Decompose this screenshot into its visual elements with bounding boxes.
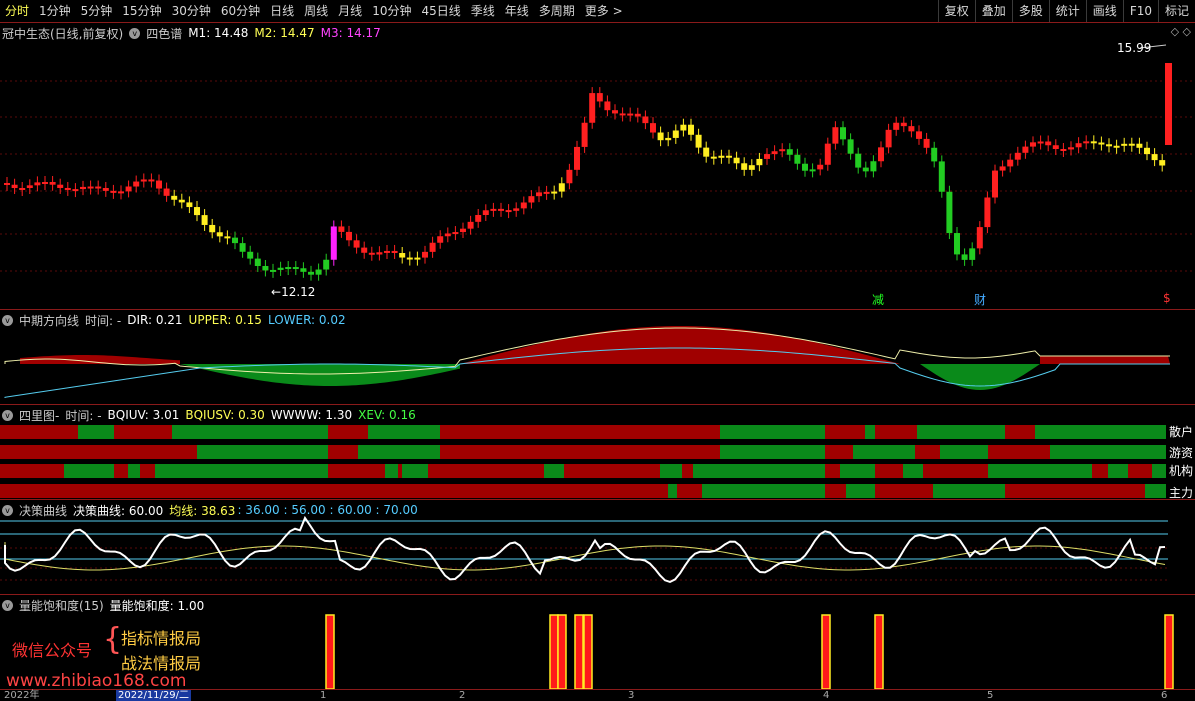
energy-title: 量能饱和度(15) bbox=[19, 598, 104, 613]
period-tab-13[interactable]: 多周期 bbox=[534, 0, 580, 22]
lower-value: LOWER: 0.02 bbox=[267, 313, 346, 327]
tag-cai: 财 bbox=[974, 293, 987, 307]
direction-time: 时间: - bbox=[85, 313, 122, 328]
energy-value: 量能饱和度: 1.00 bbox=[109, 598, 205, 613]
kline-header: 冠中生态(日线,前复权) v 四色谱 M1: 14.48 M2: 14.47 M… bbox=[2, 25, 387, 41]
period-tab-3[interactable]: 15分钟 bbox=[117, 0, 166, 22]
period-tab-4[interactable]: 30分钟 bbox=[167, 0, 216, 22]
m2-value: M2: 14.47 bbox=[254, 26, 315, 40]
tool-button-2[interactable]: 多股 bbox=[1011, 0, 1049, 22]
axis-year: 2022年 bbox=[4, 690, 40, 701]
watermark-site: www.zhibiao168.com bbox=[6, 671, 187, 689]
decision-title: 决策曲线 bbox=[19, 503, 68, 518]
dropdown-icon[interactable]: v bbox=[2, 409, 13, 421]
upper-value: UPPER: 0.15 bbox=[188, 313, 262, 327]
tool-button-6[interactable]: 标记 bbox=[1157, 0, 1195, 22]
axis-month-4: 4 bbox=[823, 690, 830, 701]
time-axis: 2022年 2022/11/29/二 1 2 3 4 5 6 bbox=[0, 689, 1195, 701]
candlestick-chart[interactable] bbox=[0, 23, 1195, 309]
energy-header: v 量能饱和度(15) 量能饱和度: 1.00 bbox=[2, 597, 210, 613]
www-value: WWWW: 1.30 bbox=[270, 408, 353, 422]
period-tab-9[interactable]: 10分钟 bbox=[367, 0, 416, 22]
dropdown-icon[interactable]: v bbox=[129, 27, 141, 39]
direction-panel: v 中期方向线 时间: - DIR: 0.21 UPPER: 0.15 LOWE… bbox=[0, 310, 1195, 405]
direction-header: v 中期方向线 时间: - DIR: 0.21 UPPER: 0.15 LOWE… bbox=[2, 312, 352, 328]
axis-month-2: 2 bbox=[459, 690, 466, 701]
avg-value: 均线: 38.63 bbox=[169, 503, 236, 518]
axis-month-6: 6 bbox=[1161, 690, 1168, 701]
bqiuv-value: BQIUV: 3.01 bbox=[107, 408, 180, 422]
watermark-brand1: 指标情报局 bbox=[121, 629, 202, 648]
decision-header: v 决策曲线 决策曲线: 60.00 均线: 38.63 : 36.00 : 5… bbox=[2, 502, 424, 518]
four-time: 时间: - bbox=[65, 408, 102, 423]
row-label-zhuli: 主力 bbox=[1168, 486, 1193, 500]
period-tab-6[interactable]: 日线 bbox=[265, 0, 299, 22]
tool-button-4[interactable]: 画线 bbox=[1085, 0, 1123, 22]
period-tabs: 分时 1分钟 5分钟 15分钟 30分钟 60分钟 日线 周线 月线 10分钟 45日线 季线 年线 多周… bbox=[0, 0, 628, 22]
kline-panel: 冠中生态(日线,前复权) v 四色谱 M1: 14.48 M2: 14.47 M… bbox=[0, 23, 1195, 310]
period-tab-14[interactable]: 更多 > bbox=[580, 0, 628, 22]
low-label: ←12.12 bbox=[271, 285, 316, 299]
decision-value: 决策曲线: 60.00 bbox=[73, 503, 164, 518]
row-label-jigou: 机构 bbox=[1168, 464, 1193, 478]
watermark-account: 微信公众号 bbox=[12, 641, 93, 660]
four-panel: v 四里图- 时间: - BQIUV: 3.01 BQIUSV: 0.30 WW… bbox=[0, 405, 1195, 500]
dir-value: DIR: 0.21 bbox=[127, 313, 183, 327]
period-tab-12[interactable]: 年线 bbox=[500, 0, 534, 22]
tag-jian: 减 bbox=[872, 293, 885, 307]
dropdown-icon[interactable]: v bbox=[2, 504, 13, 516]
indicator-name: 四色谱 bbox=[146, 26, 183, 41]
axis-date: 2022/11/29/二 bbox=[116, 690, 192, 701]
four-header: v 四里图- 时间: - BQIUV: 3.01 BQIUSV: 0.30 WW… bbox=[2, 407, 422, 423]
decision-panel: v 决策曲线 决策曲线: 60.00 均线: 38.63 : 36.00 : 5… bbox=[0, 500, 1195, 595]
dropdown-icon[interactable]: v bbox=[2, 314, 13, 326]
row-label-youzi: 游资 bbox=[1168, 446, 1193, 460]
period-toolbar: 分时 1分钟 5分钟 15分钟 30分钟 60分钟 日线 周线 月线 10分钟 45日线 季线 年线 多周… bbox=[0, 0, 1195, 23]
m1-value: M1: 14.48 bbox=[188, 26, 249, 40]
energy-panel: v 量能饱和度(15) 量能饱和度: 1.00 微信公众号 { 指标情报局 战法… bbox=[0, 595, 1195, 689]
period-tab-0[interactable]: 分时 bbox=[0, 0, 34, 22]
four-title: 四里图- bbox=[19, 408, 60, 423]
direction-title: 中期方向线 bbox=[19, 313, 80, 328]
period-tab-7[interactable]: 周线 bbox=[299, 0, 333, 22]
period-tab-8[interactable]: 月线 bbox=[333, 0, 367, 22]
xev-value: XEV: 0.16 bbox=[358, 408, 416, 422]
dropdown-icon[interactable]: v bbox=[2, 599, 13, 611]
period-tab-10[interactable]: 45日线 bbox=[416, 0, 465, 22]
m3-value: M3: 14.17 bbox=[320, 26, 381, 40]
axis-month-3: 3 bbox=[628, 690, 635, 701]
period-tab-5[interactable]: 60分钟 bbox=[216, 0, 265, 22]
tool-button-3[interactable]: 统计 bbox=[1048, 0, 1086, 22]
period-tab-11[interactable]: 季线 bbox=[466, 0, 500, 22]
high-label: 15.99 bbox=[1117, 41, 1152, 55]
brace-icon: { bbox=[103, 622, 123, 657]
tool-button-0[interactable]: 复权 bbox=[937, 0, 975, 22]
stock-title: 冠中生态(日线,前复权) bbox=[2, 26, 124, 41]
tag-dollar: $ bbox=[1163, 291, 1171, 305]
tool-button-1[interactable]: 叠加 bbox=[974, 0, 1012, 22]
period-tab-2[interactable]: 5分钟 bbox=[76, 0, 118, 22]
axis-month-5: 5 bbox=[987, 690, 994, 701]
right-tools: 复权 叠加 多股 统计 画线 F10 标记 bbox=[937, 0, 1195, 22]
bqiusv-value: BQIUSV: 0.30 bbox=[185, 408, 265, 422]
level-values: : 36.00 : 56.00 : 60.00 : 70.00 bbox=[237, 503, 418, 517]
row-label-sanhu: 散户 bbox=[1168, 425, 1193, 439]
tool-button-5[interactable]: F10 bbox=[1122, 0, 1158, 22]
axis-month-1: 1 bbox=[320, 690, 327, 701]
period-tab-1[interactable]: 1分钟 bbox=[34, 0, 76, 22]
